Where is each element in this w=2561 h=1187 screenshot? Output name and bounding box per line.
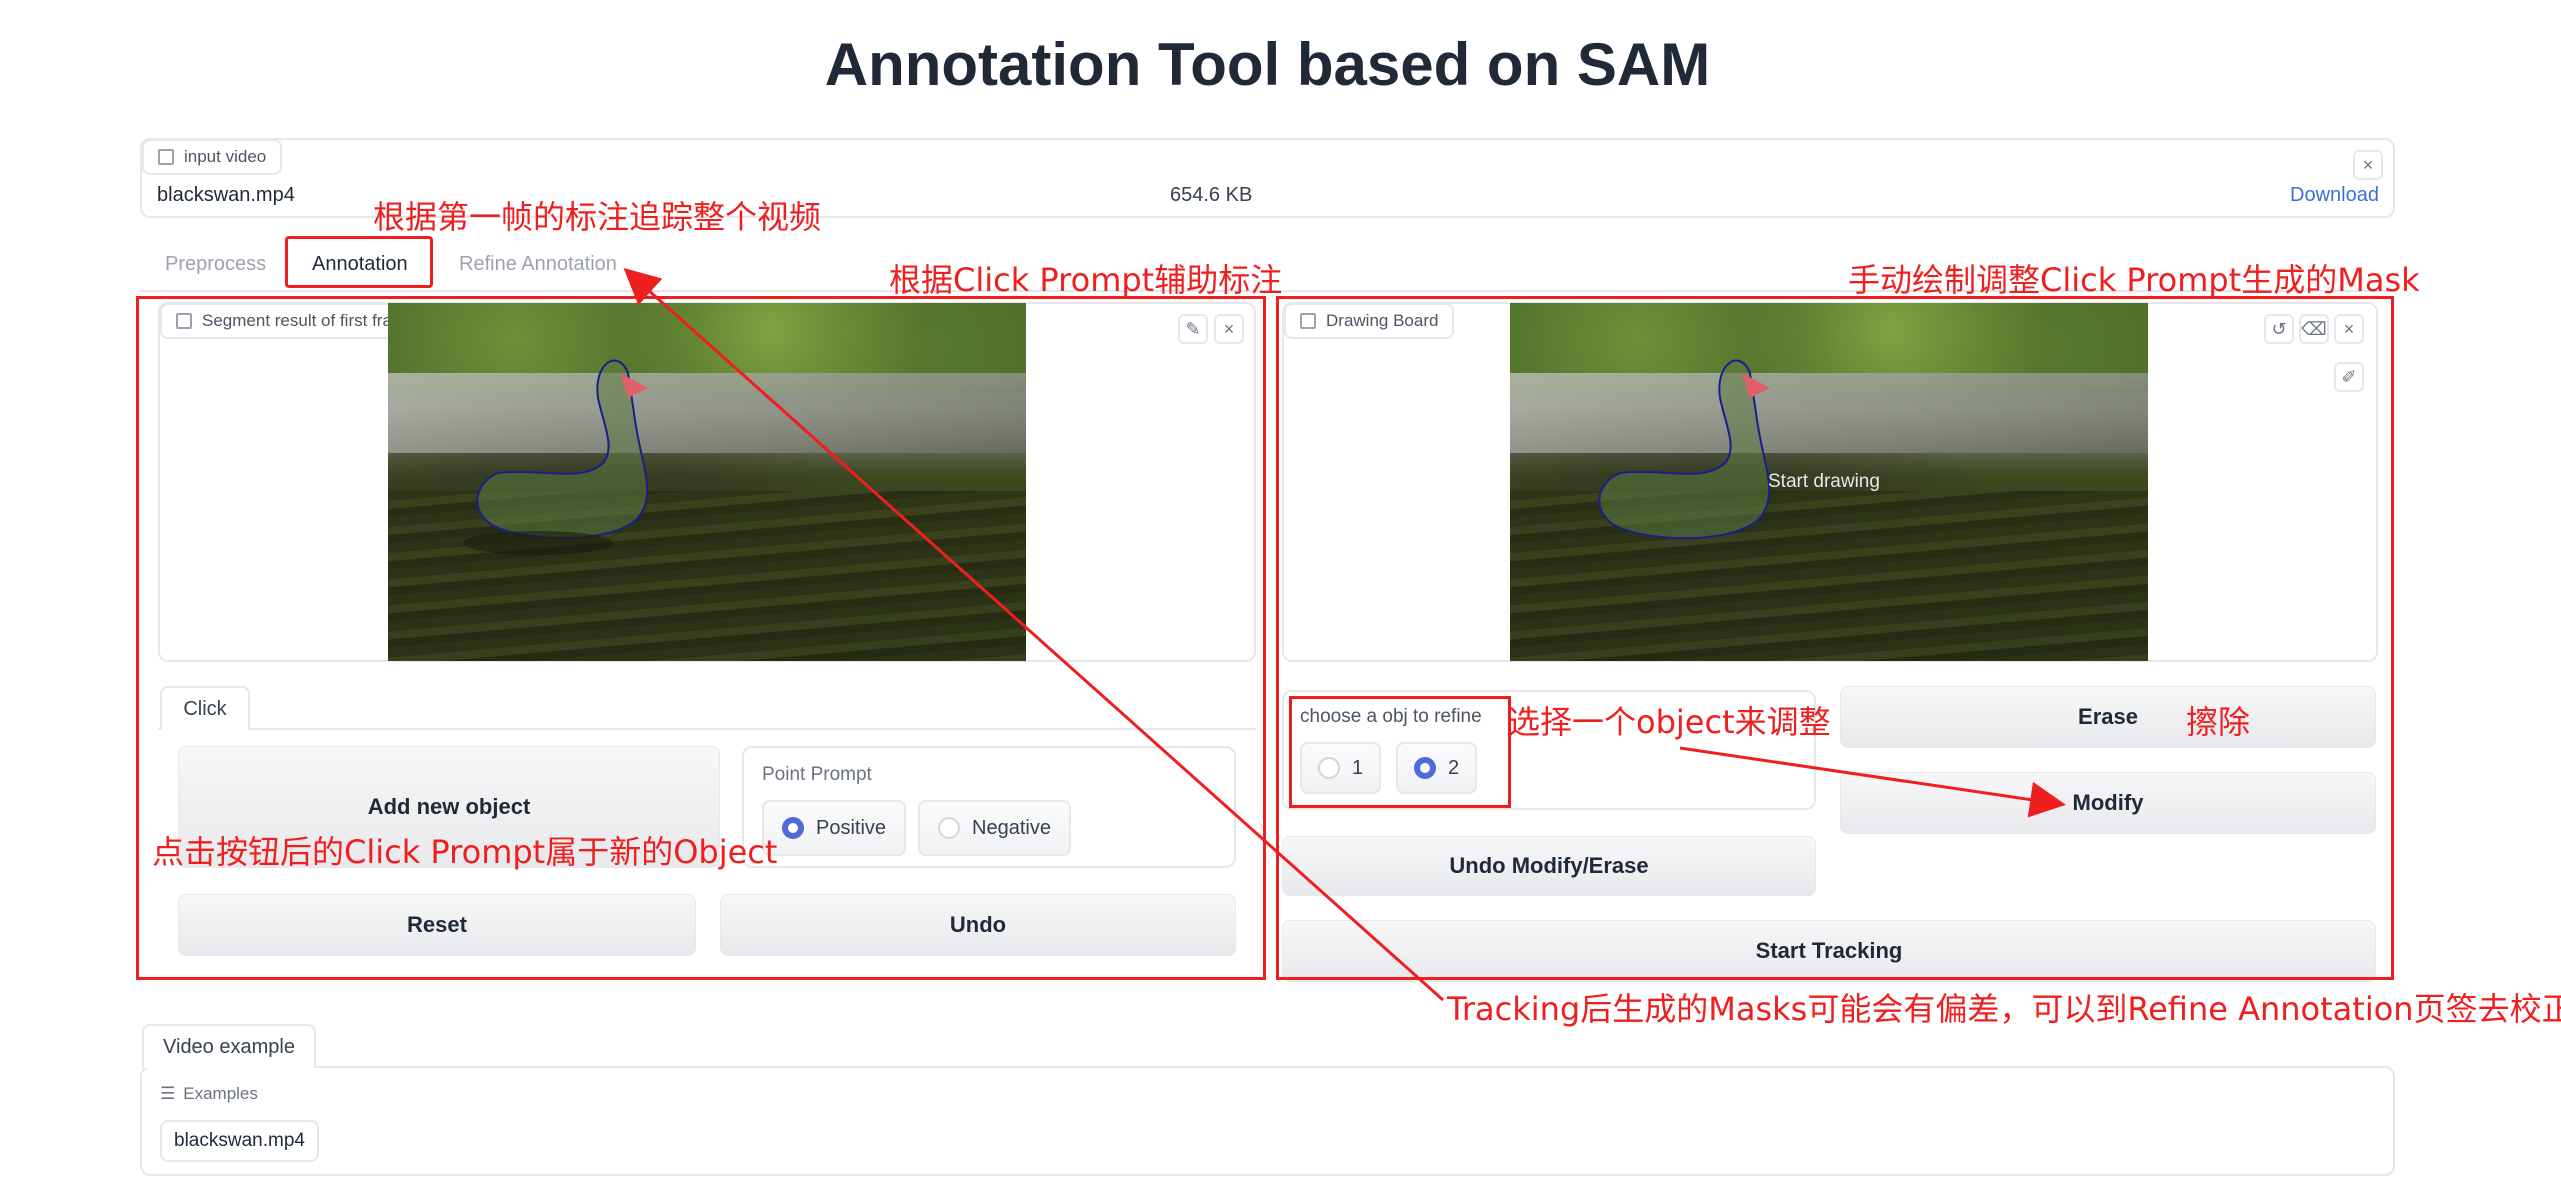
tab-preprocess[interactable]: Preprocess — [165, 253, 266, 276]
file-size: 654.6 KB — [1170, 184, 1253, 206]
annotation-new-object: 点击按钮后的Click Prompt属于新的Object — [152, 833, 778, 871]
examples-header: ☰ Examples — [160, 1084, 258, 1104]
file-icon — [158, 149, 174, 165]
annotation-choose-object: 选择一个object来调整 — [1508, 703, 1831, 741]
annotation-tracking-note: Tracking后生成的Masks可能会有偏差，可以到Refine Annota… — [1447, 990, 2561, 1028]
tab-video-example[interactable]: Video example — [142, 1024, 316, 1068]
file-input-label: input video — [184, 147, 267, 166]
left-region-box — [136, 296, 1266, 980]
example-item-label: blackswan.mp4 — [174, 1130, 305, 1151]
file-close-icon[interactable]: × — [2353, 150, 2383, 180]
annotation-tab-highlight — [285, 236, 433, 288]
tab-refine-annotation[interactable]: Refine Annotation — [459, 253, 617, 276]
file-name: blackswan.mp4 — [157, 184, 295, 206]
obj-select-box — [1289, 696, 1511, 808]
page-title: Annotation Tool based on SAM — [824, 31, 1711, 98]
annotation-manual-draw: 手动绘制调整Click Prompt生成的Mask — [1848, 261, 2420, 299]
examples-label: Examples — [183, 1084, 258, 1103]
example-item[interactable]: blackswan.mp4 — [160, 1120, 319, 1162]
right-region-box — [1276, 296, 2394, 980]
examples-panel — [140, 1066, 2395, 1176]
annotation-track-whole-video: 根据第一帧的标注追踪整个视频 — [373, 198, 822, 236]
annotation-click-prompt-assist: 根据Click Prompt辅助标注 — [889, 261, 1283, 299]
download-link[interactable]: Download — [2290, 184, 2379, 207]
tab-video-example-label: Video example — [163, 1035, 295, 1058]
file-input-chip: input video — [142, 139, 283, 175]
list-icon: ☰ — [160, 1084, 176, 1103]
annotation-erase: 擦除 — [2186, 703, 2251, 741]
